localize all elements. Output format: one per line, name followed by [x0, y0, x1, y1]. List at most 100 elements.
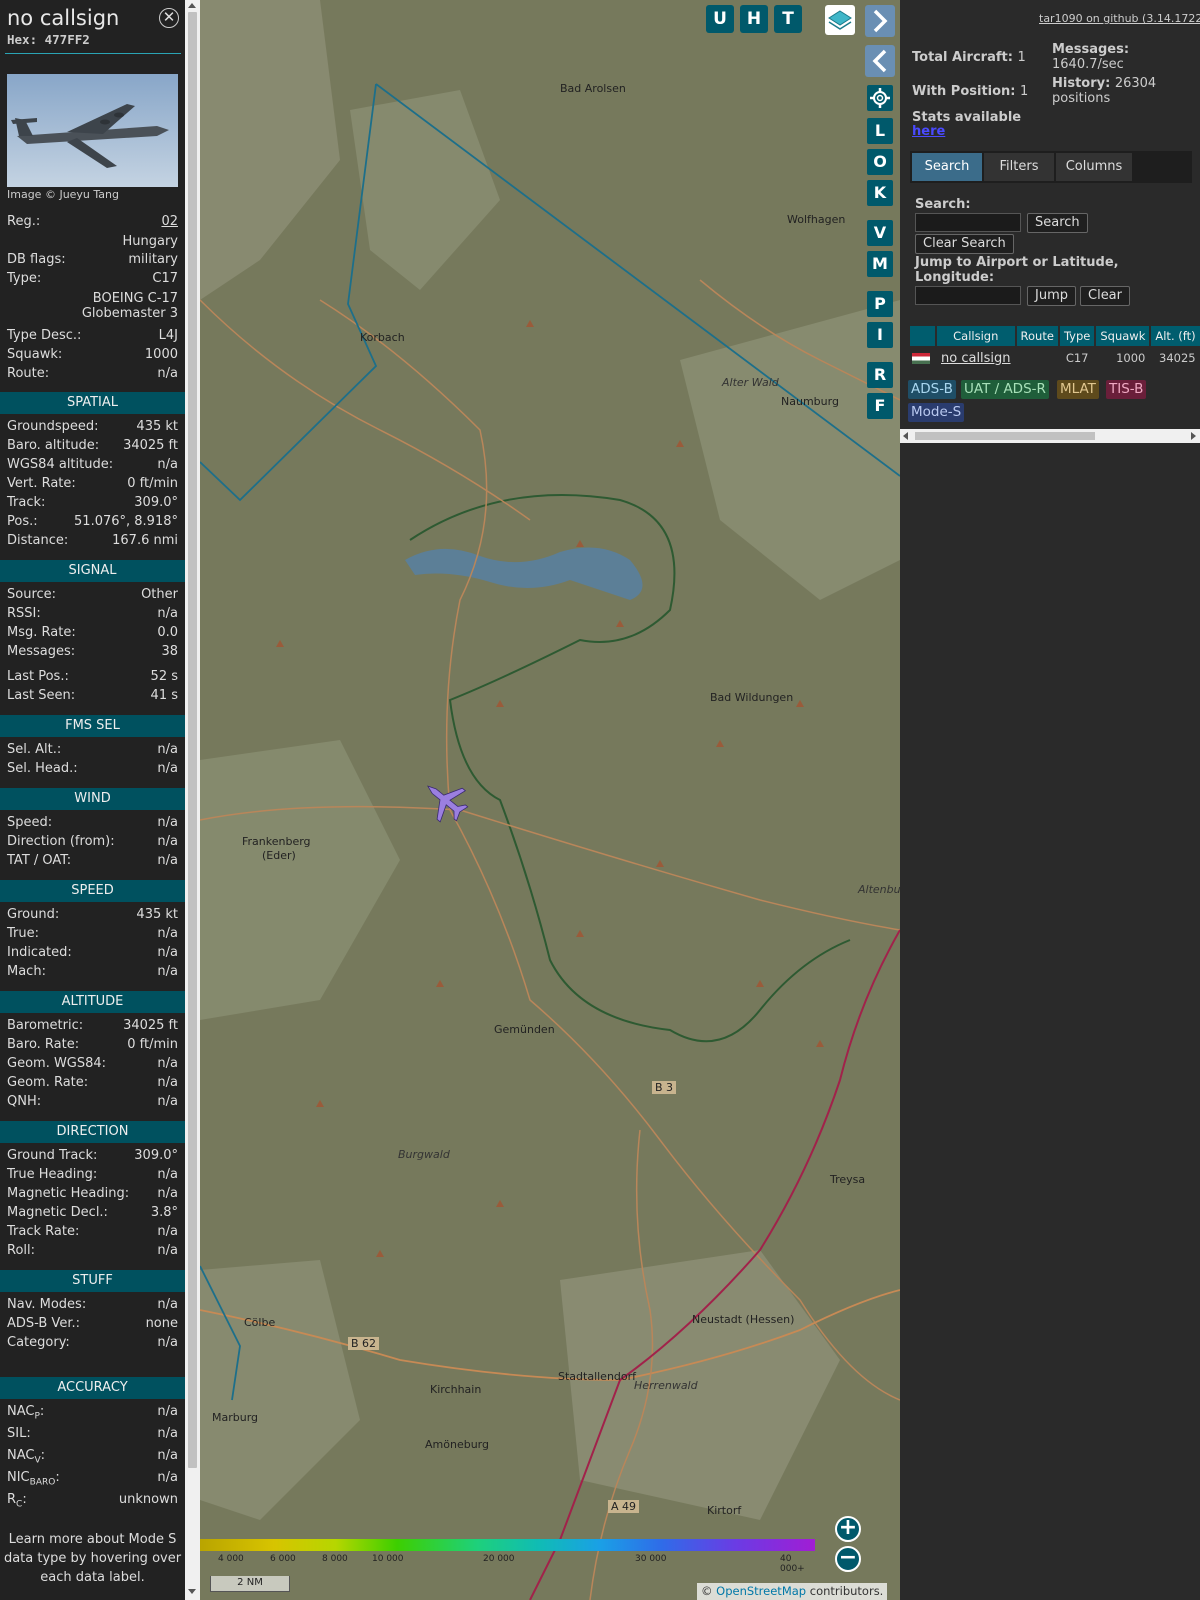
speed-value: n/a	[157, 926, 178, 941]
column-header-type[interactable]: Type	[1059, 326, 1095, 346]
clear-button[interactable]: Clear	[1080, 286, 1130, 306]
jump-input[interactable]	[915, 286, 1021, 305]
direction-label[interactable]: Track Rate:	[7, 1224, 79, 1239]
button-r[interactable]: R	[867, 362, 893, 388]
direction-label[interactable]: Magnetic Decl.:	[7, 1205, 108, 1220]
button-v[interactable]: V	[867, 220, 893, 246]
button-f[interactable]: F	[867, 393, 893, 419]
direction-label[interactable]: Magnetic Heading:	[7, 1186, 129, 1201]
zoom-out-button[interactable]: −	[835, 1546, 861, 1572]
scroll-up-icon[interactable]	[188, 3, 196, 8]
column-header-altitude[interactable]: Alt. (ft)	[1151, 326, 1200, 346]
aircraft-marker[interactable]	[422, 776, 468, 822]
button-p[interactable]: P	[867, 291, 893, 317]
accuracy-label[interactable]: NICBARO:	[7, 1470, 60, 1488]
speed-label[interactable]: Indicated:	[7, 945, 72, 960]
spatial-label[interactable]: Vert. Rate:	[7, 476, 76, 491]
signal-label[interactable]: Source:	[7, 587, 56, 602]
signal-label[interactable]: Last Pos.:	[7, 669, 69, 684]
column-header-squawk[interactable]: Squawk	[1096, 326, 1150, 346]
tab-search[interactable]: Search	[912, 153, 982, 181]
info-panel-scrollbar[interactable]	[185, 0, 200, 1600]
back-button[interactable]	[865, 45, 895, 77]
tab-columns[interactable]: Columns	[1056, 153, 1132, 181]
scroll-right-icon[interactable]	[1191, 432, 1196, 440]
wind-label[interactable]: TAT / OAT:	[7, 853, 71, 868]
stats-link[interactable]: here	[912, 124, 945, 139]
table-row[interactable]: no callsign C17 1000 34025	[910, 348, 1200, 368]
spatial-label[interactable]: Track:	[7, 495, 45, 510]
button-i[interactable]: I	[867, 322, 893, 348]
signal-label[interactable]: Last Seen:	[7, 688, 75, 703]
search-button[interactable]: Search	[1027, 213, 1088, 233]
accuracy-label[interactable]: RC:	[7, 1492, 27, 1510]
fms-label[interactable]: Sel. Head.:	[7, 761, 78, 776]
accuracy-label[interactable]: NACV:	[7, 1448, 45, 1466]
button-o[interactable]: O	[867, 149, 893, 175]
spatial-label[interactable]: Distance:	[7, 533, 68, 548]
accuracy-label[interactable]: SIL:	[7, 1426, 31, 1441]
settings-button[interactable]	[867, 85, 893, 111]
place-label: Kirtorf	[707, 1504, 742, 1517]
wind-label[interactable]: Speed:	[7, 815, 52, 830]
close-icon[interactable]: ✕	[159, 8, 179, 28]
fms-label[interactable]: Sel. Alt.:	[7, 742, 61, 757]
tab-filters[interactable]: Filters	[984, 153, 1054, 181]
signal-label[interactable]: Msg. Rate:	[7, 625, 76, 640]
signal-label[interactable]: RSSI:	[7, 606, 41, 621]
button-t[interactable]: T	[774, 5, 802, 33]
map-canvas[interactable]: Bad Arolsen Wolfhagen Korbach Naumburg A…	[200, 0, 900, 1600]
stuff-label[interactable]: Nav. Modes:	[7, 1297, 86, 1312]
forward-button[interactable]	[865, 5, 895, 37]
button-h[interactable]: H	[740, 5, 768, 33]
spatial-value: 435 kt	[136, 419, 178, 434]
spatial-label[interactable]: Pos.:	[7, 514, 38, 529]
speed-label[interactable]: True:	[7, 926, 39, 941]
table-horizontal-scrollbar[interactable]	[900, 429, 1200, 443]
accuracy-label[interactable]: NACP:	[7, 1404, 44, 1422]
speed-label[interactable]: Mach:	[7, 964, 46, 979]
clear-search-button[interactable]: Clear Search	[915, 234, 1014, 254]
scroll-thumb[interactable]	[915, 432, 1095, 440]
altitude-label[interactable]: Geom. Rate:	[7, 1075, 88, 1090]
altitude-label[interactable]: Baro. Rate:	[7, 1037, 79, 1052]
column-header-flag[interactable]	[910, 326, 935, 346]
scroll-down-icon[interactable]	[188, 1589, 196, 1594]
column-header-route[interactable]: Route	[1016, 326, 1058, 346]
label-text: Nav. Modes:	[7, 1297, 87, 1312]
button-k[interactable]: K	[867, 180, 893, 206]
button-l[interactable]: L	[867, 118, 893, 144]
speed-label[interactable]: Ground:	[7, 907, 59, 922]
section-header-wind: WIND	[0, 788, 185, 810]
place-label: Gemünden	[494, 1023, 555, 1036]
direction-label[interactable]: True Heading:	[7, 1167, 97, 1182]
button-u[interactable]: U	[706, 5, 734, 33]
stuff-label[interactable]: ADS-B Ver.:	[7, 1316, 80, 1331]
osm-link[interactable]: OpenStreetMap	[716, 1584, 806, 1598]
spatial-label[interactable]: Groundspeed:	[7, 419, 98, 434]
spatial-label[interactable]: Baro. altitude:	[7, 438, 99, 453]
aircraft-photo[interactable]	[7, 74, 178, 187]
signal-label[interactable]: Messages:	[7, 644, 75, 659]
altitude-label[interactable]: QNH:	[7, 1094, 41, 1109]
direction-label[interactable]: Roll:	[7, 1243, 35, 1258]
wind-label[interactable]: Direction (from):	[7, 834, 115, 849]
spatial-label[interactable]: WGS84 altitude:	[7, 457, 113, 472]
zoom-in-button[interactable]: +	[835, 1516, 861, 1542]
type-name-line1: BOEING C-17	[92, 291, 178, 306]
direction-label[interactable]: Ground Track:	[7, 1148, 97, 1163]
scroll-thumb[interactable]	[188, 12, 197, 1468]
spatial-row: Track: 309.0°	[7, 495, 178, 513]
jump-button[interactable]: Jump	[1027, 286, 1076, 306]
stuff-label[interactable]: Category:	[7, 1335, 70, 1350]
row-callsign[interactable]: no callsign	[937, 348, 1015, 368]
layers-button[interactable]	[825, 5, 855, 35]
reg-link[interactable]: 02	[161, 214, 178, 229]
altitude-label[interactable]: Geom. WGS84:	[7, 1056, 106, 1071]
search-input[interactable]	[915, 213, 1021, 232]
github-link[interactable]: tar1090 on github (3.14.1722)	[1039, 12, 1200, 25]
button-m[interactable]: M	[867, 251, 893, 277]
scroll-left-icon[interactable]	[903, 432, 908, 440]
column-header-callsign[interactable]: Callsign	[937, 326, 1015, 346]
altitude-label[interactable]: Barometric:	[7, 1018, 83, 1033]
